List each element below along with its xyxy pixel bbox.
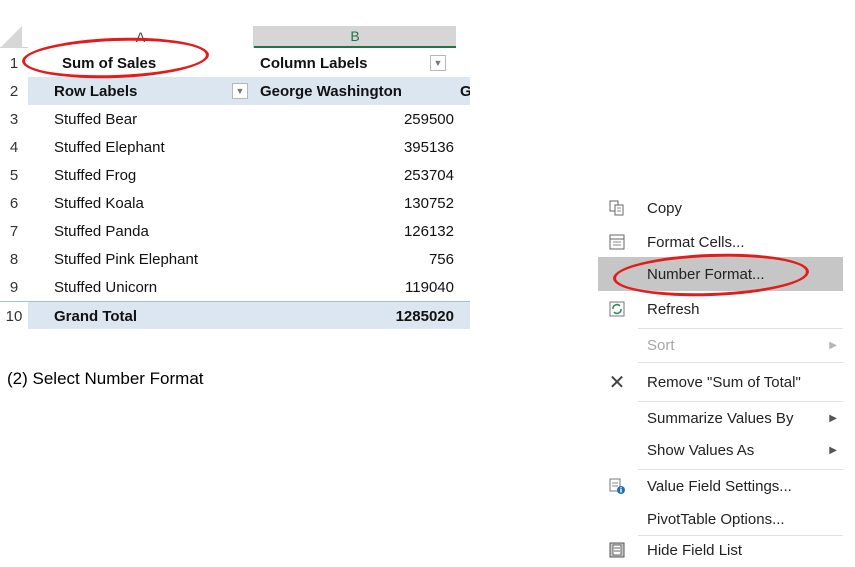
grand-total-row: 10 Grand Total 1285020 [0, 301, 470, 330]
submenu-arrow-icon: ▶ [829, 444, 837, 456]
table-row: 8 Stuffed Pink Elephant 756 [0, 245, 470, 273]
row-number[interactable]: 6 [0, 189, 28, 217]
grand-total-value-cell[interactable]: 1285020 [254, 302, 454, 330]
submenu-arrow-icon: ▶ [829, 412, 837, 424]
menu-item-label: Refresh [647, 300, 700, 318]
value-cell[interactable]: 259500 [254, 105, 454, 133]
row-label-cell[interactable]: Stuffed Frog [54, 161, 258, 189]
column-header-a[interactable]: A [28, 26, 254, 48]
refresh-icon [608, 300, 626, 318]
menu-item-label: Sort [647, 336, 675, 354]
menu-item-label: Remove "Sum of Total" [647, 373, 801, 391]
field-list-icon [608, 541, 626, 559]
column-header-c[interactable] [456, 26, 470, 48]
sum-of-sales-cell[interactable]: Sum of Sales [62, 49, 266, 77]
row-number[interactable]: 9 [0, 273, 28, 301]
table-row: 2 Row Labels ▼ George Washington G [0, 77, 470, 105]
menu-item-label: Hide Field List [647, 541, 743, 559]
menu-item-label: Format Cells... [647, 233, 745, 251]
table-row: 6 Stuffed Koala 130752 [0, 189, 470, 217]
menu-item-format-cells[interactable]: Format Cells... [598, 225, 843, 259]
row-number[interactable]: 3 [0, 105, 28, 133]
menu-item-refresh[interactable]: Refresh [598, 292, 843, 326]
menu-item-label: Show Values As [647, 441, 755, 459]
menu-item-number-format[interactable]: Number Format... [598, 257, 843, 291]
menu-item-label: Copy [647, 199, 683, 217]
menu-item-copy[interactable]: Copy [598, 191, 843, 225]
row-label-cell[interactable]: Stuffed Bear [54, 105, 258, 133]
truncated-header-cell[interactable]: G [460, 77, 470, 105]
row-label-cell[interactable]: Stuffed Koala [54, 189, 258, 217]
value-cell[interactable]: 395136 [254, 133, 454, 161]
row-number[interactable]: 8 [0, 245, 28, 273]
george-washington-cell[interactable]: George Washington [254, 77, 454, 105]
row-number[interactable]: 4 [0, 133, 28, 161]
row-label-cell[interactable]: Stuffed Elephant [54, 133, 258, 161]
row-label-cell[interactable]: Stuffed Unicorn [54, 273, 258, 301]
menu-item-show-values-as[interactable]: Show Values As ▶ [598, 433, 843, 467]
pivot-table-sheet: A B 1 Sum of Sales Column Labels ▼ 2 Row… [0, 0, 470, 336]
table-row: 3 Stuffed Bear 259500 [0, 105, 470, 133]
row-label-cell[interactable]: Stuffed Pink Elephant [54, 245, 258, 273]
menu-item-sort[interactable]: Sort ▶ [598, 328, 843, 362]
row-number[interactable]: 2 [0, 77, 28, 105]
menu-item-label: Number Format... [647, 265, 765, 283]
column-labels-filter-button[interactable]: ▼ [430, 55, 446, 71]
value-cell[interactable]: 119040 [254, 273, 454, 301]
value-cell[interactable]: 253704 [254, 161, 454, 189]
step-caption: (2) Select Number Format [7, 369, 204, 388]
row-labels-filter-button[interactable]: ▼ [232, 83, 248, 99]
table-row: 5 Stuffed Frog 253704 [0, 161, 470, 189]
column-header-b[interactable]: B [254, 26, 456, 48]
table-row: 4 Stuffed Elephant 395136 [0, 133, 470, 161]
table-row: 9 Stuffed Unicorn 119040 [0, 273, 470, 301]
context-menu: Copy Format Cells... Number Format... Re… [598, 190, 843, 565]
submenu-arrow-icon: ▶ [829, 339, 837, 351]
menu-item-pivottable-options[interactable]: PivotTable Options... [598, 502, 843, 536]
table-row: 1 Sum of Sales Column Labels ▼ [0, 49, 470, 77]
row-number[interactable]: 7 [0, 217, 28, 245]
copy-icon [608, 199, 626, 217]
menu-item-hide-field-list[interactable]: Hide Field List [598, 533, 843, 567]
value-cell[interactable]: 756 [254, 245, 454, 273]
column-labels-cell[interactable]: Column Labels [254, 49, 454, 77]
menu-item-value-field-settings[interactable]: Value Field Settings... [598, 469, 843, 503]
remove-icon: ✕ [608, 371, 626, 394]
menu-separator [638, 362, 843, 363]
row-labels-cell[interactable]: Row Labels [54, 77, 258, 105]
row-number[interactable]: 5 [0, 161, 28, 189]
menu-item-remove-sum-of-total[interactable]: ✕ Remove "Sum of Total" [598, 365, 843, 399]
format-cells-icon [608, 233, 626, 251]
menu-item-label: Value Field Settings... [647, 477, 792, 495]
menu-item-label: Summarize Values By [647, 409, 794, 427]
value-field-settings-icon [608, 477, 626, 495]
select-all-corner[interactable] [0, 26, 22, 48]
value-cell[interactable]: 126132 [254, 217, 454, 245]
row-number[interactable]: 10 [0, 302, 28, 330]
row-number[interactable]: 1 [0, 49, 28, 77]
table-row: 7 Stuffed Panda 126132 [0, 217, 470, 245]
menu-item-summarize-values-by[interactable]: Summarize Values By ▶ [598, 401, 843, 435]
value-cell[interactable]: 130752 [254, 189, 454, 217]
menu-item-label: PivotTable Options... [647, 510, 785, 528]
grand-total-label-cell[interactable]: Grand Total [54, 302, 258, 330]
row-label-cell[interactable]: Stuffed Panda [54, 217, 258, 245]
